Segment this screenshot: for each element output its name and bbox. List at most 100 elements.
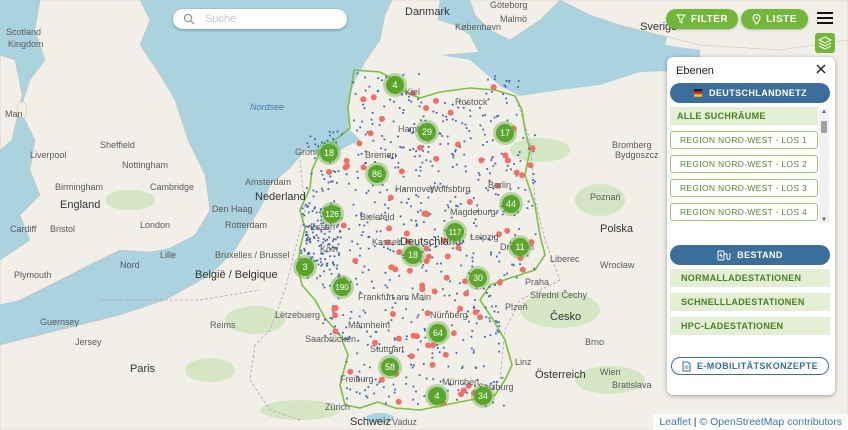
station-marker[interactable] <box>329 255 331 258</box>
station-marker[interactable] <box>366 396 369 399</box>
station-marker-red[interactable] <box>378 376 385 383</box>
station-marker[interactable] <box>402 73 405 76</box>
station-marker[interactable] <box>357 177 359 179</box>
station-marker[interactable] <box>322 322 325 325</box>
station-marker[interactable] <box>465 170 467 173</box>
station-marker[interactable] <box>473 222 475 224</box>
station-marker[interactable] <box>305 203 307 206</box>
station-marker[interactable] <box>391 306 394 309</box>
station-marker[interactable] <box>417 211 419 213</box>
station-marker[interactable] <box>356 352 359 355</box>
cluster-marker[interactable]: 34 <box>471 384 495 408</box>
station-marker[interactable] <box>332 262 334 265</box>
station-marker[interactable] <box>397 166 400 169</box>
station-marker[interactable] <box>449 280 451 283</box>
station-marker[interactable] <box>358 370 361 373</box>
station-marker[interactable] <box>491 139 494 142</box>
station-marker[interactable] <box>312 189 315 192</box>
station-marker[interactable] <box>517 80 520 82</box>
station-marker[interactable] <box>393 100 395 103</box>
station-marker[interactable] <box>495 305 497 308</box>
station-marker[interactable] <box>336 130 339 133</box>
station-marker[interactable] <box>531 179 534 181</box>
station-marker[interactable] <box>503 274 506 277</box>
station-marker[interactable] <box>477 178 480 181</box>
station-marker[interactable] <box>329 134 331 137</box>
station-marker[interactable] <box>472 305 475 308</box>
station-marker[interactable] <box>488 295 490 298</box>
station-marker[interactable] <box>419 340 422 343</box>
station-marker[interactable] <box>357 339 360 342</box>
station-marker[interactable] <box>490 251 492 254</box>
station-marker[interactable] <box>348 182 350 185</box>
station-marker[interactable] <box>502 93 505 96</box>
station-marker[interactable] <box>384 284 387 287</box>
station-marker[interactable] <box>469 109 471 112</box>
station-marker[interactable] <box>398 107 401 109</box>
station-marker[interactable] <box>485 292 488 294</box>
station-marker[interactable] <box>515 276 518 279</box>
station-marker[interactable] <box>419 209 422 212</box>
station-marker[interactable] <box>360 152 363 155</box>
station-marker-red[interactable] <box>379 115 385 122</box>
station-marker-red[interactable] <box>395 335 402 342</box>
station-marker[interactable] <box>336 181 338 184</box>
station-marker[interactable] <box>336 236 339 239</box>
station-marker[interactable] <box>365 192 368 194</box>
station-marker-red[interactable] <box>496 279 503 286</box>
station-marker[interactable] <box>474 299 476 301</box>
station-marker[interactable] <box>376 383 379 386</box>
station-marker[interactable] <box>438 351 441 354</box>
station-marker[interactable] <box>320 170 323 172</box>
station-marker[interactable] <box>399 215 402 218</box>
station-marker[interactable] <box>406 202 408 204</box>
station-marker[interactable] <box>387 207 390 210</box>
station-marker[interactable] <box>352 81 355 84</box>
station-marker[interactable] <box>433 228 436 231</box>
stock-item-fast[interactable]: SCHNELLLADESTATIONEN <box>670 293 830 311</box>
station-marker-red[interactable] <box>472 309 479 316</box>
station-marker[interactable] <box>386 286 389 289</box>
station-marker[interactable] <box>341 133 343 136</box>
station-marker[interactable] <box>305 231 308 234</box>
station-marker[interactable] <box>445 115 448 118</box>
station-marker-red[interactable] <box>395 398 402 405</box>
station-marker-red[interactable] <box>387 194 394 201</box>
station-marker[interactable] <box>388 395 390 398</box>
station-marker-red[interactable] <box>444 253 451 260</box>
all-search-areas-item[interactable]: ALLE SUCHRÄUME <box>670 107 818 125</box>
station-marker[interactable] <box>300 252 303 255</box>
station-marker-red[interactable] <box>343 157 350 164</box>
station-marker-red[interactable] <box>332 312 339 319</box>
station-marker[interactable] <box>401 317 404 319</box>
cluster-marker[interactable]: 29 <box>415 120 439 144</box>
region-item[interactable]: REGION NORD-WEST - LOS 4 <box>670 203 818 221</box>
station-marker[interactable] <box>417 348 419 351</box>
station-marker[interactable] <box>361 120 363 123</box>
station-marker[interactable] <box>472 252 475 255</box>
stock-item-normal[interactable]: NORMALLADESTATIONEN <box>670 269 830 287</box>
station-marker[interactable] <box>397 162 400 164</box>
station-marker[interactable] <box>494 284 496 286</box>
station-marker[interactable] <box>349 249 351 252</box>
station-marker[interactable] <box>421 266 424 269</box>
station-marker[interactable] <box>495 255 498 258</box>
station-marker[interactable] <box>326 238 328 241</box>
station-marker[interactable] <box>313 207 316 210</box>
station-marker[interactable] <box>367 236 370 238</box>
station-marker[interactable] <box>422 264 425 266</box>
station-marker[interactable] <box>309 240 311 243</box>
station-marker[interactable] <box>464 123 467 126</box>
station-marker-red[interactable] <box>429 361 436 368</box>
station-marker[interactable] <box>362 231 364 233</box>
station-marker[interactable] <box>356 170 359 173</box>
station-marker[interactable] <box>334 238 337 241</box>
station-marker[interactable] <box>312 195 315 198</box>
station-marker[interactable] <box>419 169 422 172</box>
station-marker-red[interactable] <box>527 162 534 169</box>
cluster-marker[interactable]: 64 <box>426 321 450 345</box>
station-marker[interactable] <box>365 162 367 164</box>
station-marker[interactable] <box>458 282 461 285</box>
station-marker-red[interactable] <box>352 257 359 264</box>
station-marker[interactable] <box>471 260 474 263</box>
